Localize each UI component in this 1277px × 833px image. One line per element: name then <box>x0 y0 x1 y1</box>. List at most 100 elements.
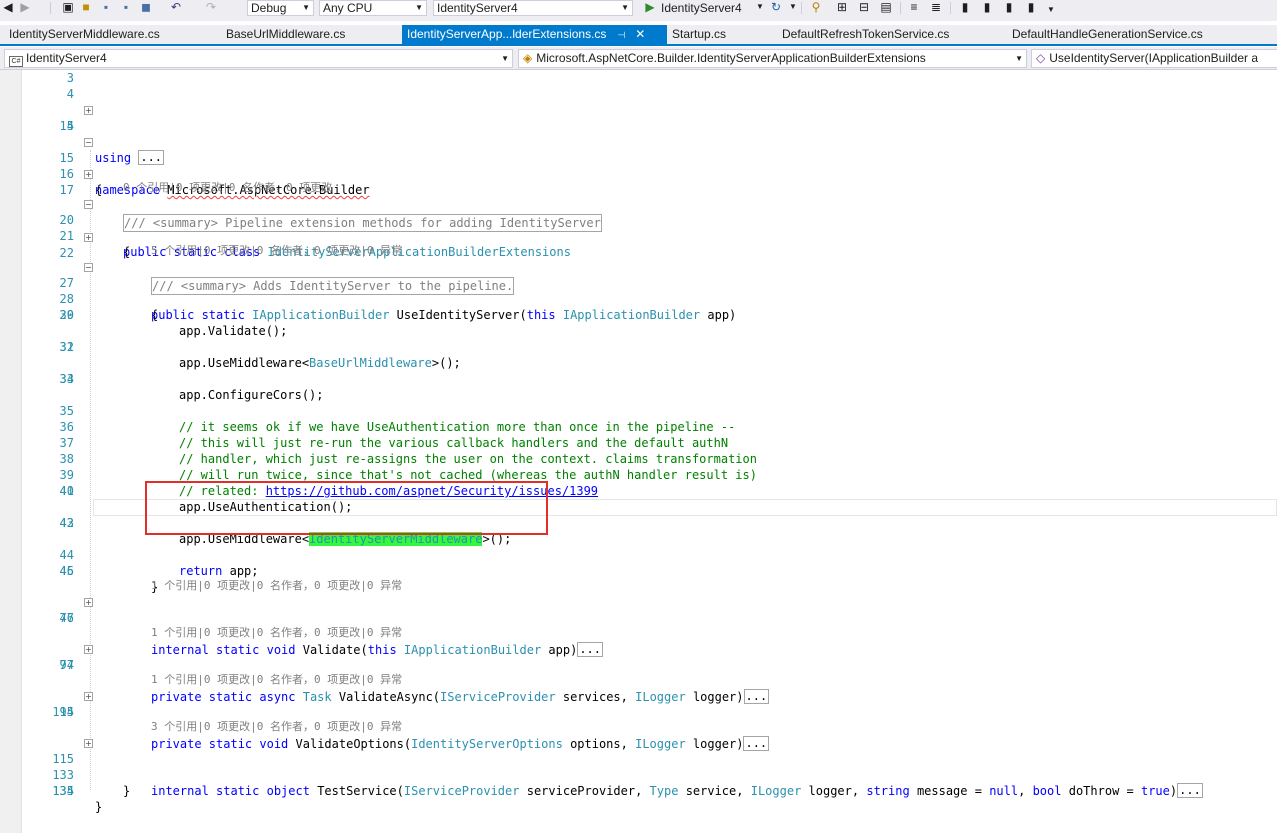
undo-icon[interactable]: ↶ <box>168 0 184 14</box>
line-number: 43 <box>59 516 74 530</box>
play-icon[interactable]: ▶ <box>642 0 658 14</box>
collapse-icon[interactable]: − <box>84 138 93 147</box>
document-tab-well: IdentityServerMiddleware.cs BaseUrlMiddl… <box>0 25 1277 46</box>
code-line: 15 − namespace Microsoft.AspNetCore.Buil… <box>0 134 1277 197</box>
codelens[interactable]: 3 个引用|0 项更改|0 名作者，0 项更改|0 异常 <box>151 720 402 734</box>
class-view-icon[interactable]: ⊟ <box>856 0 872 14</box>
chevron-down-icon: ▼ <box>501 54 509 63</box>
codelens[interactable]: 1 个引用|0 项更改|0 名作者，0 项更改|0 异常 <box>151 579 402 593</box>
line-number: 34 <box>59 372 74 386</box>
code-text[interactable]: } <box>95 799 102 815</box>
code-line: 22 + /// <summary> Adds IdentityServer t… <box>0 229 1277 295</box>
code-line: 47 + internal static void Validate(this … <box>0 594 1277 657</box>
code-line: 77 + private static async Task ValidateA… <box>0 641 1277 704</box>
tab-label: Startup.cs <box>672 27 727 41</box>
start-debugging-button[interactable]: IdentityServer4 <box>661 1 742 15</box>
line-number: 76 <box>59 611 74 625</box>
code-line: 37 // handler, which just re-assigns the… <box>0 419 1277 466</box>
code-line: 14 <box>0 118 1277 134</box>
code-line: 5 + using ... <box>0 102 1277 165</box>
method-icon: ◇ <box>1036 51 1046 65</box>
forward-icon[interactable]: ▶ <box>17 0 33 14</box>
bookmark-prev-icon[interactable]: ▮ <box>979 0 995 14</box>
codelens[interactable]: 5 个引用|0 项更改|0 名作者，0 项更改|0 异常 <box>151 244 402 258</box>
code-line: 16 { <box>0 150 1277 197</box>
code-line: 45 } <box>0 547 1277 594</box>
refresh-icon[interactable]: ↻ <box>768 0 784 14</box>
bookmark-clear-icon[interactable]: ▮ <box>1023 0 1039 14</box>
find-icon[interactable]: ⊞ <box>834 0 850 14</box>
solution-platform-value: Any CPU <box>323 1 373 15</box>
properties-icon[interactable]: ▤ <box>878 0 894 14</box>
solution-platform-dropdown[interactable]: Any CPU ▼ <box>319 0 427 16</box>
member-name: UseIdentityServer(IApplicationBuilder a <box>1049 51 1259 65</box>
code-line: 133 } <box>0 751 1277 798</box>
tab-startup[interactable]: Startup.cs <box>672 25 726 44</box>
line-number: 14 <box>59 119 74 133</box>
bookmark-next-icon[interactable]: ▮ <box>1001 0 1017 14</box>
chevron-down-icon[interactable]: ▼ <box>1043 3 1059 17</box>
line-number: 3 <box>66 71 74 85</box>
type-dropdown[interactable]: ◈ Microsoft.AspNetCore.Builder.IdentitySe… <box>518 49 1027 68</box>
uncomment-icon[interactable]: ≣ <box>928 0 944 14</box>
expand-icon[interactable]: + <box>84 106 93 115</box>
code-line: 36 // this will just re-run the various … <box>0 403 1277 450</box>
tab-defaultrefreshtokenservice[interactable]: DefaultRefreshTokenService.cs <box>782 25 949 44</box>
code-line: 17 + /// <summary> Pipeline extension me… <box>0 166 1277 232</box>
line-number: 30 <box>59 308 74 322</box>
tab-identityserverapplicationbuilderextensions[interactable]: IdentityServerApp...lderExtensions.cs ⊣ ✕ <box>402 25 667 44</box>
code-line: 28 { <box>0 275 1277 322</box>
tab-identityservermiddleware[interactable]: IdentityServerMiddleware.cs <box>9 25 160 44</box>
open-folder-icon[interactable]: ■ <box>78 0 94 14</box>
codelens[interactable]: 0 个引用|0 项更改|0 名作者，0 项更改 <box>123 181 332 195</box>
new-project-icon[interactable]: ▣ <box>60 0 76 14</box>
chevron-down-icon[interactable]: ▼ <box>752 0 768 14</box>
collapse-icon[interactable]: − <box>84 200 93 209</box>
code-line: 135 <box>0 783 1277 799</box>
comment-icon[interactable]: ≡ <box>906 0 922 14</box>
solution-configuration-value: Debug <box>251 1 287 15</box>
chevron-down-icon: ▼ <box>302 3 310 12</box>
code-line: 31 app.UseMiddleware<BaseUrlMiddleware>(… <box>0 323 1277 370</box>
browse-icon[interactable]: ⚲ <box>808 0 824 14</box>
code-line: 35 // it seems ok if we have UseAuthenti… <box>0 387 1277 434</box>
code-line: 46 <box>0 563 1277 579</box>
back-icon[interactable]: ◀ <box>0 0 16 14</box>
toolbar-separator <box>950 2 951 14</box>
member-dropdown[interactable]: ◇ UseIdentityServer(IApplicationBuilder a <box>1031 49 1277 68</box>
expand-icon[interactable]: + <box>84 598 93 607</box>
codelens[interactable]: 1 个引用|0 项更改|0 名作者，0 项更改|0 异常 <box>151 626 402 640</box>
pin-icon[interactable]: ⊣ <box>617 30 625 40</box>
navigation-bar: C# IdentityServer4 ▼ ◈ Microsoft.AspNetCor… <box>0 47 1277 70</box>
startup-project-dropdown[interactable]: IdentityServer4 ▼ <box>433 0 633 16</box>
code-line: 20 − public static class IdentityServerA… <box>0 196 1277 259</box>
code-text[interactable]: { <box>123 244 130 260</box>
close-icon[interactable]: ✕ <box>635 27 645 41</box>
chevron-down-icon[interactable]: ▼ <box>785 0 801 14</box>
line-number: 4 <box>66 87 74 101</box>
expand-icon[interactable]: + <box>84 233 93 242</box>
expand-icon[interactable]: + <box>84 645 93 654</box>
line-number: 41 <box>59 484 74 498</box>
line-number: 114 <box>52 705 74 719</box>
startup-project-value: IdentityServer4 <box>437 1 518 15</box>
codelens[interactable]: 1 个引用|0 项更改|0 名作者，0 项更改|0 异常 <box>151 673 402 687</box>
save-icon[interactable]: ▪ <box>118 0 134 14</box>
code-line: 34 <box>0 371 1277 387</box>
solution-configuration-dropdown[interactable]: Debug ▼ <box>247 0 314 16</box>
collapse-icon[interactable]: − <box>84 263 93 272</box>
code-line: 134 } <box>0 767 1277 814</box>
expand-icon[interactable]: + <box>84 739 93 748</box>
expand-icon[interactable]: + <box>84 692 93 701</box>
redo-icon[interactable]: ↷ <box>203 0 219 14</box>
expand-icon[interactable]: + <box>84 170 93 179</box>
save-all-icon[interactable]: ◼ <box>138 0 154 14</box>
tab-baseurlmiddleware[interactable]: BaseUrlMiddleware.cs <box>226 25 345 44</box>
project-dropdown[interactable]: C# IdentityServer4 ▼ <box>4 49 513 68</box>
code-line: 29 app.Validate(); <box>0 291 1277 338</box>
tab-defaulthandlegenerationservice[interactable]: DefaultHandleGenerationService.cs <box>1012 25 1203 44</box>
code-line: 4 <box>0 86 1277 102</box>
bookmark-icon[interactable]: ▮ <box>957 0 973 14</box>
save-icon[interactable]: ▪ <box>98 0 114 14</box>
code-line: 114 <box>0 704 1277 720</box>
